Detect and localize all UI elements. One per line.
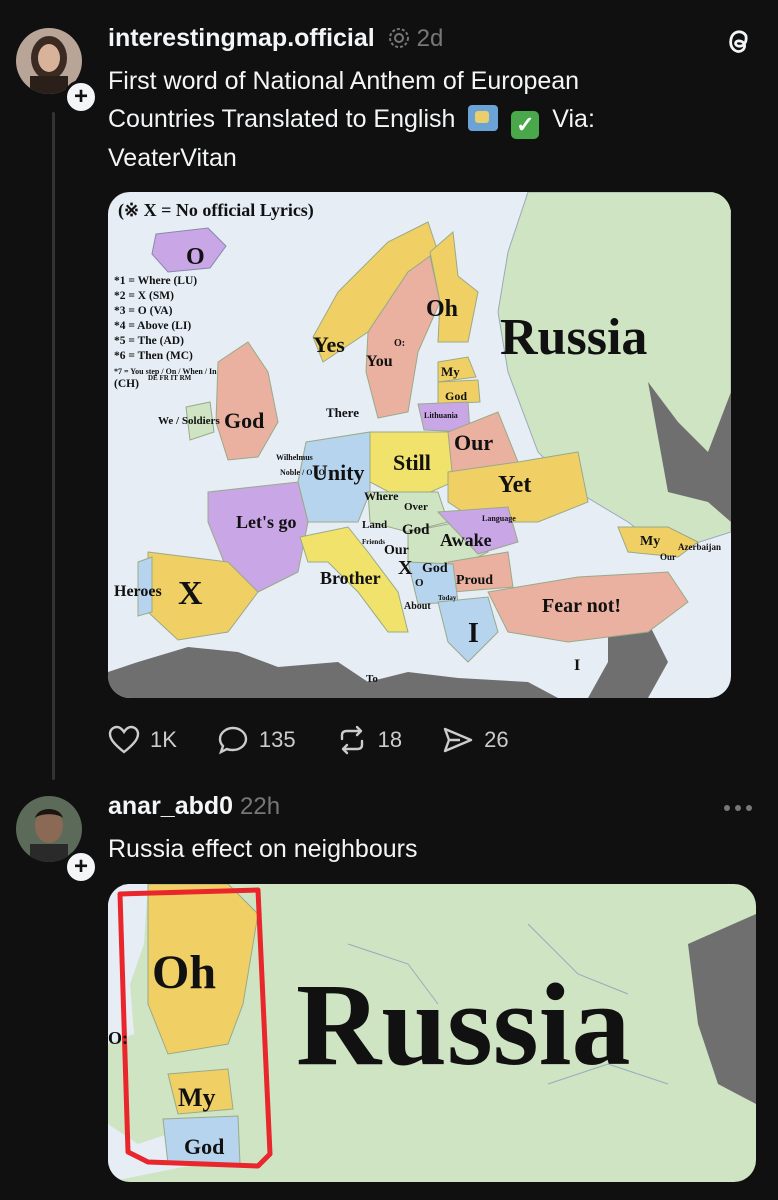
label-austria: Land bbox=[362, 519, 387, 531]
label-iceland: O bbox=[186, 244, 205, 270]
comment-icon bbox=[218, 726, 248, 755]
label-bulgaria: Proud bbox=[456, 573, 493, 588]
crop-label-estonia: My bbox=[178, 1083, 216, 1112]
like-button[interactable]: 1K bbox=[108, 725, 177, 755]
label-portugal: Heroes bbox=[114, 583, 162, 600]
label-ireland: We / Soldiers bbox=[158, 415, 220, 427]
thread-line bbox=[52, 112, 55, 780]
label-cyprus: I bbox=[574, 657, 580, 674]
label-spain: X bbox=[178, 575, 203, 612]
crop-label-russia: Russia bbox=[296, 959, 630, 1090]
label-switzerland: Friends bbox=[362, 538, 385, 546]
label-turkey: Fear not! bbox=[542, 595, 621, 617]
post-text-line-2-a: Countries Translated to English bbox=[108, 105, 456, 133]
post-time-2: 22h bbox=[240, 793, 281, 820]
crop-label-o: O: bbox=[108, 1028, 128, 1048]
label-belarus: Our bbox=[454, 430, 493, 455]
label-sweden: You bbox=[366, 353, 393, 370]
label-montenegro: Today bbox=[438, 594, 457, 602]
label-netherlands: Wilhelmus bbox=[276, 453, 313, 462]
map-legend-ch: (CH) bbox=[114, 378, 139, 390]
label-moldova: Language bbox=[482, 514, 516, 523]
label-georgia: My bbox=[640, 534, 660, 549]
label-estonia: My bbox=[441, 364, 460, 379]
label-latvia: God bbox=[445, 389, 467, 403]
label-uk: God bbox=[224, 408, 264, 433]
post-text: First word of National Anthem of Europea… bbox=[108, 62, 748, 177]
map-legend-4: *4 = Above (LI) bbox=[114, 320, 191, 332]
label-hungary: God bbox=[402, 522, 430, 538]
label-armenia: Our bbox=[660, 552, 676, 562]
post-text-line-2-b: Via: bbox=[552, 105, 595, 133]
label-bosnia: O bbox=[415, 577, 424, 589]
more-dots-icon[interactable] bbox=[722, 803, 754, 813]
verified-badge-icon bbox=[388, 28, 409, 48]
send-icon bbox=[443, 727, 473, 753]
map-legend-1: *1 = Where (LU) bbox=[114, 275, 197, 287]
label-slovenia: Our bbox=[384, 543, 409, 558]
post-text-line-1: First word of National Anthem of Europea… bbox=[108, 67, 580, 95]
label-norway: Yes bbox=[313, 332, 345, 357]
label-croatia: X bbox=[398, 557, 413, 579]
map-legend-title: (※ X = No official Lyrics) bbox=[118, 200, 314, 221]
label-russia: Russia bbox=[500, 309, 647, 366]
label-oslo-o: O: bbox=[394, 338, 405, 349]
label-czech: Where bbox=[364, 489, 399, 503]
label-romania: Awake bbox=[440, 530, 492, 550]
map-legend-5: *5 = The (AD) bbox=[114, 335, 184, 347]
check-mark-emoji: ✓ bbox=[511, 111, 540, 139]
label-italy: Brother bbox=[320, 568, 381, 588]
post-time: 2d bbox=[416, 25, 444, 52]
post-username-2[interactable]: anar_abd0 22h bbox=[108, 792, 280, 821]
post-text-2: Russia effect on neighbours bbox=[108, 835, 418, 863]
map-legend-2: *2 = X (SM) bbox=[114, 290, 174, 302]
label-france: Let's go bbox=[236, 512, 297, 532]
crop-label-finland: Oh bbox=[152, 946, 216, 999]
map-legend-3: *3 = O (VA) bbox=[114, 305, 173, 317]
heart-icon bbox=[108, 725, 140, 754]
comment-count: 135 bbox=[258, 727, 296, 752]
post-image-map[interactable]: (※ X = No official Lyrics) *1 = Where (L… bbox=[108, 192, 731, 698]
label-malta: To bbox=[366, 673, 378, 685]
share-button[interactable]: 26 bbox=[442, 725, 509, 755]
comment-button[interactable]: 135 bbox=[217, 725, 296, 755]
label-slovakia: Over bbox=[404, 501, 428, 513]
repost-button[interactable]: 18 bbox=[336, 725, 402, 755]
label-lithuania: Lithuania bbox=[424, 411, 458, 420]
label-poland: Still bbox=[393, 450, 431, 475]
label-germany: Unity bbox=[312, 460, 365, 485]
repost-count: 18 bbox=[377, 727, 403, 752]
map-legend-langs: DE FR IT RM bbox=[148, 374, 192, 382]
post-text-line-2: Countries Translated to English ✓ Via: bbox=[108, 100, 748, 139]
world-map-emoji bbox=[468, 105, 499, 131]
label-ukraine: Yet bbox=[498, 472, 531, 498]
post-image-crop[interactable]: Oh Russia My God O: bbox=[108, 884, 756, 1182]
label-serbia: God bbox=[422, 561, 448, 576]
repost-icon bbox=[340, 725, 363, 755]
post-actions: 1K 135 18 26 bbox=[108, 720, 549, 760]
follow-plus-button[interactable]: + bbox=[64, 80, 98, 114]
post-text-line-3: VeaterVitan bbox=[108, 144, 237, 172]
label-albania: About bbox=[404, 601, 431, 612]
threads-logo-icon[interactable] bbox=[724, 26, 754, 56]
map-legend-6: *6 = Then (MC) bbox=[114, 350, 193, 362]
label-denmark: There bbox=[326, 405, 359, 420]
follow-plus-button-2[interactable]: + bbox=[64, 850, 98, 884]
label-finland: Oh bbox=[426, 296, 458, 322]
like-count: 1K bbox=[150, 727, 177, 752]
post-username[interactable]: interestingmap.official 2d bbox=[108, 24, 443, 53]
crop-label-latvia: God bbox=[184, 1134, 224, 1159]
username-text-2[interactable]: anar_abd0 bbox=[108, 792, 233, 820]
share-count: 26 bbox=[484, 727, 509, 752]
username-text[interactable]: interestingmap.official bbox=[108, 24, 375, 52]
label-azerbaijan: Azerbaijan bbox=[678, 542, 721, 552]
label-greece: I bbox=[468, 618, 479, 649]
